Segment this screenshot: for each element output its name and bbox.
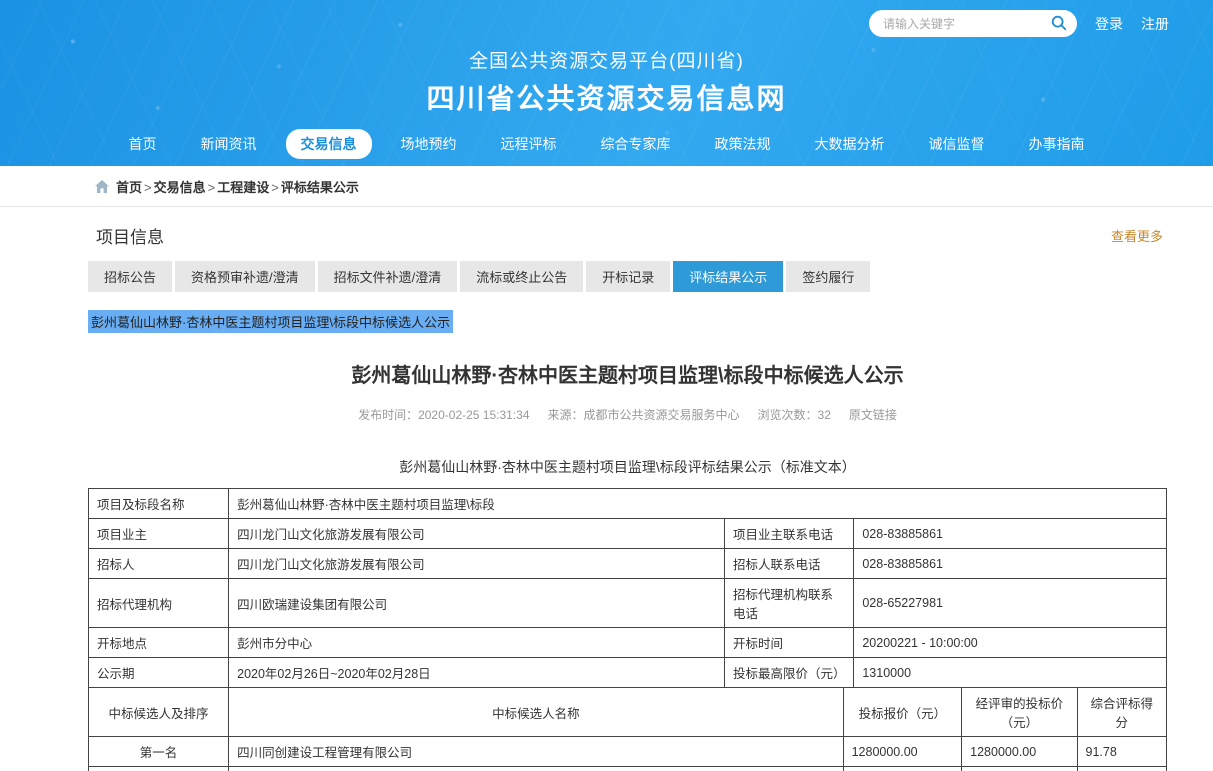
- original-link[interactable]: 原文链接: [849, 408, 897, 422]
- site-title: 四川省公共资源交易信息网: [0, 77, 1213, 117]
- table-cell: 四川同创建设工程管理有限公司: [229, 737, 843, 767]
- table-cell: 开标时间: [725, 628, 854, 658]
- tab-bar: 招标公告资格预审补遗/澄清招标文件补遗/澄清流标或终止公告开标记录评标结果公示签…: [88, 261, 1167, 292]
- table-cell: 公示期: [89, 658, 229, 688]
- view-more-link[interactable]: 查看更多: [1111, 226, 1163, 245]
- meta-item-2: 来源：成都市公共资源交易服务中心: [548, 408, 740, 422]
- tab-2[interactable]: 资格预审补遗/澄清: [175, 261, 315, 292]
- table-cell: 1280000.00: [962, 737, 1077, 767]
- table-cell: 028-65227981: [854, 579, 1167, 628]
- breadcrumb-item-1[interactable]: 首页: [116, 180, 142, 195]
- table-cell: 1285000.00: [843, 767, 962, 771]
- breadcrumb-separator: >: [208, 180, 216, 195]
- nav-item-9[interactable]: 诚信监督: [914, 129, 1000, 159]
- table-cell: 项目业主联系电话: [725, 519, 854, 549]
- table-row-3: 招标人四川龙门山文化旅游发展有限公司招标人联系电话028-83885861: [89, 549, 1167, 579]
- breadcrumb-item-2[interactable]: 交易信息: [154, 180, 206, 195]
- table-cell: 028-83885861: [854, 549, 1167, 579]
- breadcrumb: 首页>交易信息>工程建设>评标结果公示: [0, 166, 1213, 207]
- result-table: 项目及标段名称彭州葛仙山林野·杏林中医主题村项目监理\标段项目业主四川龙门山文化…: [88, 488, 1167, 771]
- tab-7[interactable]: 签约履行: [786, 261, 870, 292]
- table-cell: 经评审的投标价（元）: [962, 688, 1077, 737]
- main-content: 项目信息 查看更多 招标公告资格预审补遗/澄清招标文件补遗/澄清流标或终止公告开…: [88, 223, 1167, 771]
- table-row-5: 开标地点彭州市分中心开标时间20200221 - 10:00:00: [89, 628, 1167, 658]
- table-cell: 90.52: [1077, 767, 1167, 771]
- site-header: 登录 注册 全国公共资源交易平台(四川省) 四川省公共资源交易信息网 首页新闻资…: [0, 0, 1213, 166]
- table-cell: 招标人: [89, 549, 229, 579]
- nav-item-1[interactable]: 首页: [114, 129, 172, 159]
- table-row-9: 第二名四川兢业工程项目管理有限公司1285000.001285000.0090.…: [89, 767, 1167, 771]
- breadcrumb-items: 首页>交易信息>工程建设>评标结果公示: [116, 177, 359, 196]
- platform-title: 全国公共资源交易平台(四川省): [0, 46, 1213, 73]
- login-link[interactable]: 登录: [1095, 14, 1123, 34]
- table-cell: 招标代理机构: [89, 579, 229, 628]
- table-cell: 彭州市分中心: [229, 628, 725, 658]
- search-input[interactable]: [883, 17, 1047, 31]
- table-cell: 四川欧瑞建设集团有限公司: [229, 579, 725, 628]
- header-top: 登录 注册: [0, 0, 1213, 37]
- table-cell: 开标地点: [89, 628, 229, 658]
- home-icon[interactable]: [94, 179, 110, 194]
- tab-1[interactable]: 招标公告: [88, 261, 172, 292]
- search-icon[interactable]: [1050, 14, 1068, 32]
- register-link[interactable]: 注册: [1141, 14, 1169, 34]
- table-row-7: 中标候选人及排序中标候选人名称投标报价（元）经评审的投标价（元）综合评标得分: [89, 688, 1167, 737]
- table-cell: 1310000: [854, 658, 1167, 688]
- search-box: [869, 10, 1077, 37]
- table-cell: 四川兢业工程项目管理有限公司: [229, 767, 843, 771]
- nav-item-8[interactable]: 大数据分析: [800, 129, 900, 159]
- breadcrumb-separator: >: [271, 180, 279, 195]
- table-cell: 028-83885861: [854, 519, 1167, 549]
- table-cell: 投标最高限价（元）: [725, 658, 854, 688]
- page-title: 项目信息: [96, 223, 164, 248]
- table-cell: 第一名: [89, 737, 229, 767]
- tab-3[interactable]: 招标文件补遗/澄清: [318, 261, 458, 292]
- nav-item-2[interactable]: 新闻资讯: [186, 129, 272, 159]
- table-cell: 第二名: [89, 767, 229, 771]
- table-cell: 招标代理机构联系电话: [725, 579, 854, 628]
- tab-5[interactable]: 开标记录: [586, 261, 670, 292]
- table-row-2: 项目业主四川龙门山文化旅游发展有限公司项目业主联系电话028-83885861: [89, 519, 1167, 549]
- table-cell: 1280000.00: [843, 737, 962, 767]
- table-cell: 2020年02月26日~2020年02月28日: [229, 658, 725, 688]
- table-cell: 四川龙门山文化旅游发展有限公司: [229, 549, 725, 579]
- meta-item-1: 发布时间：2020-02-25 15:31:34: [358, 408, 529, 422]
- table-cell: 中标候选人名称: [229, 688, 843, 737]
- table-cell: 彭州葛仙山林野·杏林中医主题村项目监理\标段: [229, 489, 1167, 519]
- table-row-8: 第一名四川同创建设工程管理有限公司1280000.001280000.0091.…: [89, 737, 1167, 767]
- table-row-1: 项目及标段名称彭州葛仙山林野·杏林中医主题村项目监理\标段: [89, 489, 1167, 519]
- table-cell: 20200221 - 10:00:00: [854, 628, 1167, 658]
- nav-item-4[interactable]: 场地预约: [386, 129, 472, 159]
- table-row-4: 招标代理机构四川欧瑞建设集团有限公司招标代理机构联系电话028-65227981: [89, 579, 1167, 628]
- tab-6[interactable]: 评标结果公示: [673, 261, 783, 292]
- table-row-6: 公示期2020年02月26日~2020年02月28日投标最高限价（元）13100…: [89, 658, 1167, 688]
- table-cell: 综合评标得分: [1077, 688, 1167, 737]
- table-cell: 91.78: [1077, 737, 1167, 767]
- nav-item-3[interactable]: 交易信息: [286, 129, 372, 159]
- table-cell: 项目及标段名称: [89, 489, 229, 519]
- main-nav: 首页新闻资讯交易信息场地预约远程评标综合专家库政策法规大数据分析诚信监督办事指南: [0, 129, 1213, 159]
- meta-item-3: 浏览次数：32: [758, 408, 831, 422]
- nav-item-6[interactable]: 综合专家库: [586, 129, 686, 159]
- breadcrumb-item-4[interactable]: 评标结果公示: [281, 180, 359, 195]
- table-cell: 招标人联系电话: [725, 549, 854, 579]
- breadcrumb-item-3[interactable]: 工程建设: [217, 180, 269, 195]
- breadcrumb-separator: >: [144, 180, 152, 195]
- table-cell: 1285000.00: [962, 767, 1077, 771]
- selected-announcement-item[interactable]: 彭州葛仙山林野·杏林中医主题村项目监理\标段中标候选人公示: [88, 310, 453, 333]
- article-meta: 发布时间：2020-02-25 15:31:34 来源：成都市公共资源交易服务中心…: [88, 406, 1167, 423]
- section-head: 项目信息 查看更多: [88, 223, 1167, 248]
- nav-item-5[interactable]: 远程评标: [486, 129, 572, 159]
- nav-item-7[interactable]: 政策法规: [700, 129, 786, 159]
- table-cell: 项目业主: [89, 519, 229, 549]
- table-cell: 中标候选人及排序: [89, 688, 229, 737]
- table-cell: 投标报价（元）: [843, 688, 962, 737]
- tab-4[interactable]: 流标或终止公告: [460, 261, 583, 292]
- table-cell: 四川龙门山文化旅游发展有限公司: [229, 519, 725, 549]
- table-title: 彭州葛仙山林野·杏林中医主题村项目监理\标段评标结果公示（标准文本）: [88, 457, 1167, 477]
- nav-item-10[interactable]: 办事指南: [1014, 129, 1100, 159]
- article-title: 彭州葛仙山林野·杏林中医主题村项目监理\标段中标候选人公示: [88, 359, 1167, 388]
